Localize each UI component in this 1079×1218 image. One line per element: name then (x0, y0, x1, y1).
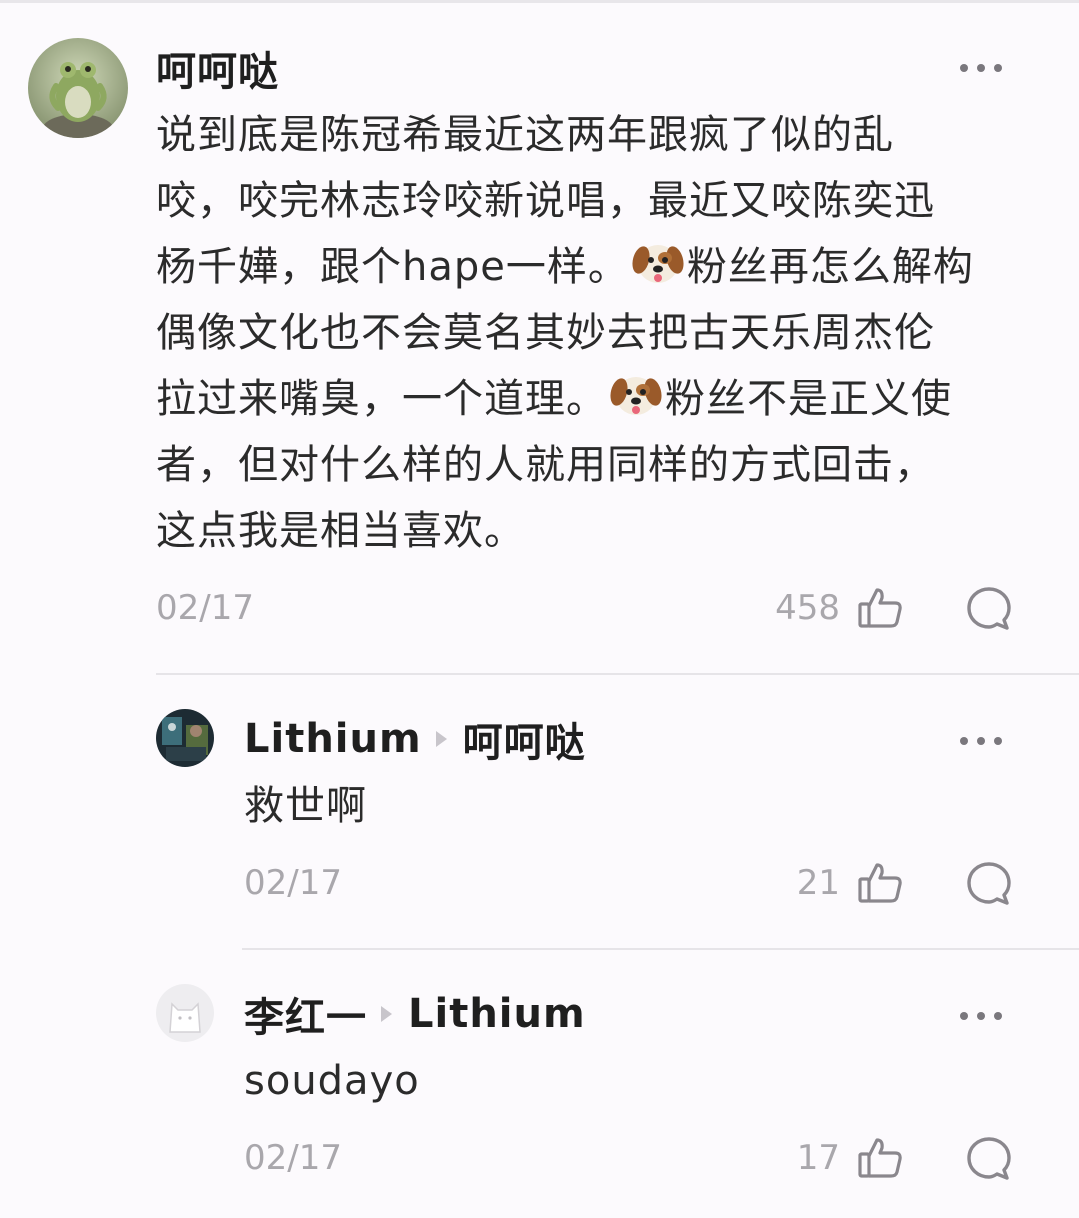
more-dots-icon[interactable] (960, 64, 1002, 72)
comment-date: 02/17 (156, 588, 254, 628)
comment-line-part: 拉过来嘴臭，一个道理。 (156, 376, 607, 422)
comment-body: 救世啊 (244, 783, 367, 829)
comment-header: Lithium 呵呵哒 (244, 711, 586, 767)
comment-line-part: 粉丝不是正义使 (665, 376, 952, 422)
comment-1: 呵呵哒 说到底是陈冠希最近这两年跟疯了似的乱 咬，咬完林志玲咬新说唱，最近又咬陈… (0, 0, 1079, 660)
comment-line: 这点我是相当喜欢。 (156, 508, 525, 554)
comment-header: 呵呵哒 (156, 40, 279, 96)
reply-arrow-icon (435, 731, 447, 747)
comment-line: 杨千嬅，跟个hape一样。 粉丝再怎么解构 (156, 234, 1036, 300)
like-count: 17 (796, 1138, 840, 1178)
comment-line: 咬，咬完林志玲咬新说唱，最近又咬陈奕迅 (156, 178, 935, 224)
speech-bubble-icon[interactable] (964, 1134, 1014, 1188)
dog-face-emoji (610, 377, 662, 415)
comment-line: 说到底是陈冠希最近这两年跟疯了似的乱 (156, 112, 894, 158)
thumbs-up-icon[interactable] (856, 859, 904, 911)
comment-line-part: 粉丝再怎么解构 (686, 244, 974, 290)
reply-to-name[interactable]: 呵呵哒 (463, 710, 586, 768)
like-count: 21 (796, 863, 840, 903)
dog-face-emoji (632, 245, 684, 283)
reply-arrow-icon (381, 1006, 392, 1022)
comment-line: 拉过来嘴臭，一个道理。 粉丝不是正义使 (156, 366, 1036, 432)
more-dots-icon[interactable] (960, 1012, 1002, 1020)
comment-body: 说到底是陈冠希最近这两年跟疯了似的乱 咬，咬完林志玲咬新说唱，最近又咬陈奕迅 杨… (156, 102, 1036, 564)
comment-line: 偶像文化也不会莫名其妙去把古天乐周杰伦 (156, 310, 935, 356)
like-count: 458 (775, 588, 840, 628)
comment-date: 02/17 (244, 1138, 342, 1178)
reply-to-name[interactable]: Lithium (408, 991, 586, 1037)
thumbs-up-icon[interactable] (856, 1134, 904, 1186)
comment-line: 者，但对什么样的人就用同样的方式回击， (156, 442, 935, 488)
frog-avatar-icon[interactable] (28, 38, 128, 138)
comment-date: 02/17 (244, 863, 342, 903)
comment-header: 李红一 Lithium (244, 986, 586, 1042)
photo-avatar-icon[interactable] (156, 709, 214, 767)
speech-bubble-icon[interactable] (964, 859, 1014, 913)
author-name[interactable]: 呵呵哒 (156, 39, 279, 97)
speech-bubble-icon[interactable] (964, 584, 1014, 638)
comment-body: soudayo (244, 1058, 420, 1104)
author-name[interactable]: 李红一 (244, 985, 367, 1043)
comment-line-part: 杨千嬅，跟个hape一样。 (156, 244, 629, 290)
comment-2: Lithium 呵呵哒 救世啊 02/17 21 (0, 675, 1079, 950)
thumbs-up-icon[interactable] (856, 584, 904, 636)
comment-3: 李红一 Lithium soudayo 02/17 17 (0, 950, 1079, 1218)
more-dots-icon[interactable] (960, 737, 1002, 745)
author-name[interactable]: Lithium (244, 716, 422, 762)
default-avatar-icon[interactable] (156, 984, 214, 1042)
